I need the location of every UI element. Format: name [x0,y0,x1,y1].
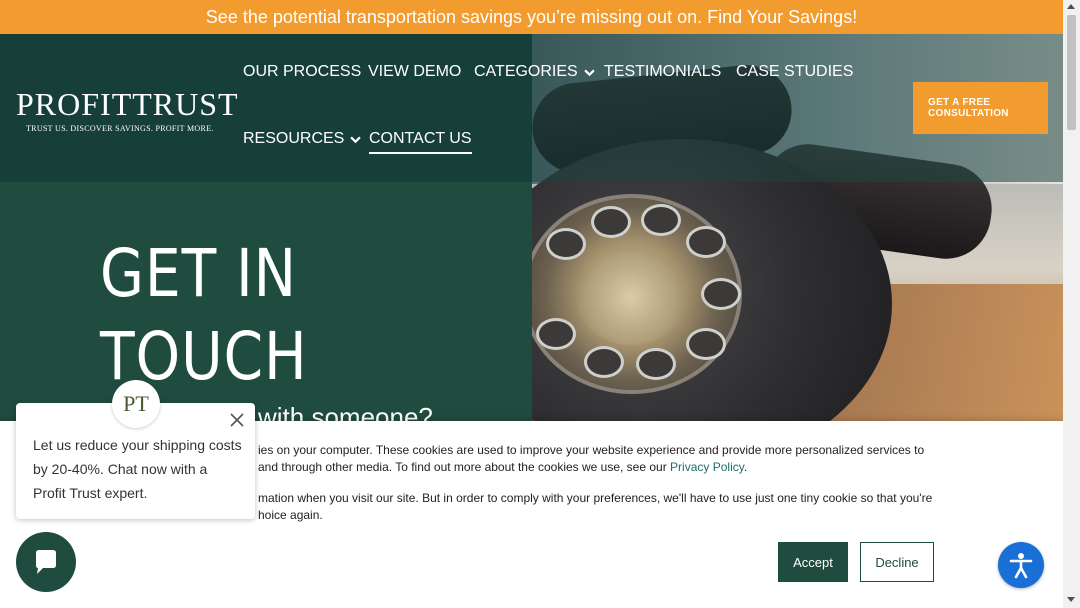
nav-label: CONTACT US [369,130,472,147]
logo-wordmark: PROFITTRUST [16,86,239,122]
nav-testimonials[interactable]: TESTIMONIALS [604,63,721,81]
accessibility-icon [1009,553,1033,579]
chevron-down-icon [584,69,595,76]
nav-view-demo[interactable]: VIEW DEMO [368,63,461,81]
cookie-paragraph-2: mation when you visit our site. But in o… [258,490,938,524]
accept-cookies-button[interactable]: Accept [778,542,848,582]
scroll-thumb[interactable] [1067,15,1076,130]
promo-text[interactable]: See the potential transportation savings… [206,7,857,28]
privacy-policy-link[interactable]: Privacy Policy [670,460,744,474]
nav-label: OUR PROCESS [243,63,362,80]
chat-bubble-icon [36,550,56,574]
nav-label: VIEW DEMO [368,63,462,80]
nav-label: TESTIMONIALS [604,63,722,80]
accessibility-button[interactable] [998,542,1044,588]
cta-line1: GET A FREE [928,97,991,108]
cookie-paragraph-1: ies on your computer. These cookies are … [258,442,938,476]
page-title: GET IN TOUCH [100,232,308,398]
avatar-initials: PT [123,391,149,416]
cookie-text: ies on your computer. These cookies are … [258,443,925,457]
page: See the potential transportation savings… [0,0,1080,608]
profittrust-logo[interactable]: PROFITTRUST TRUST US. DISCOVER SAVINGS. … [16,88,239,133]
cookie-text: hoice again. [258,508,323,522]
cookie-text: and through other media. To find out mor… [258,460,671,474]
nav-contact-us[interactable]: CONTACT US [369,130,472,154]
scroll-down-arrow-icon[interactable] [1067,597,1075,602]
nav-case-studies[interactable]: CASE STUDIES [736,63,853,81]
nav-our-process[interactable]: OUR PROCESS [243,63,361,81]
nav-label: RESOURCES [243,130,345,147]
chat-launcher-button[interactable] [16,532,76,592]
close-icon[interactable] [228,411,246,429]
free-consultation-button[interactable]: GET A FREE CONSULTATION [913,82,1048,134]
site-header: PROFITTRUST TRUST US. DISCOVER SAVINGS. … [0,34,1063,182]
cookie-text: . [743,460,748,474]
scrollbar[interactable] [1063,0,1080,608]
nav-resources[interactable]: RESOURCES [243,130,362,148]
promo-banner[interactable]: See the potential transportation savings… [0,0,1063,34]
cookie-text: mation when you visit our site. But in o… [258,491,933,505]
cta-line2: CONSULTATION [928,108,1009,119]
nav-categories[interactable]: CATEGORIES [474,63,595,81]
title-line1: GET IN [100,235,297,312]
chevron-down-icon [350,136,362,143]
nav-label: CATEGORIES [474,63,578,80]
scroll-up-arrow-icon[interactable] [1067,4,1075,9]
logo-tagline: TRUST US. DISCOVER SAVINGS. PROFIT MORE. [26,124,214,133]
chat-message: Let us reduce your shipping costs by 20-… [33,437,242,501]
chat-agent-avatar: PT [112,380,160,428]
decline-cookies-button[interactable]: Decline [860,542,934,582]
nav-label: CASE STUDIES [736,63,854,80]
